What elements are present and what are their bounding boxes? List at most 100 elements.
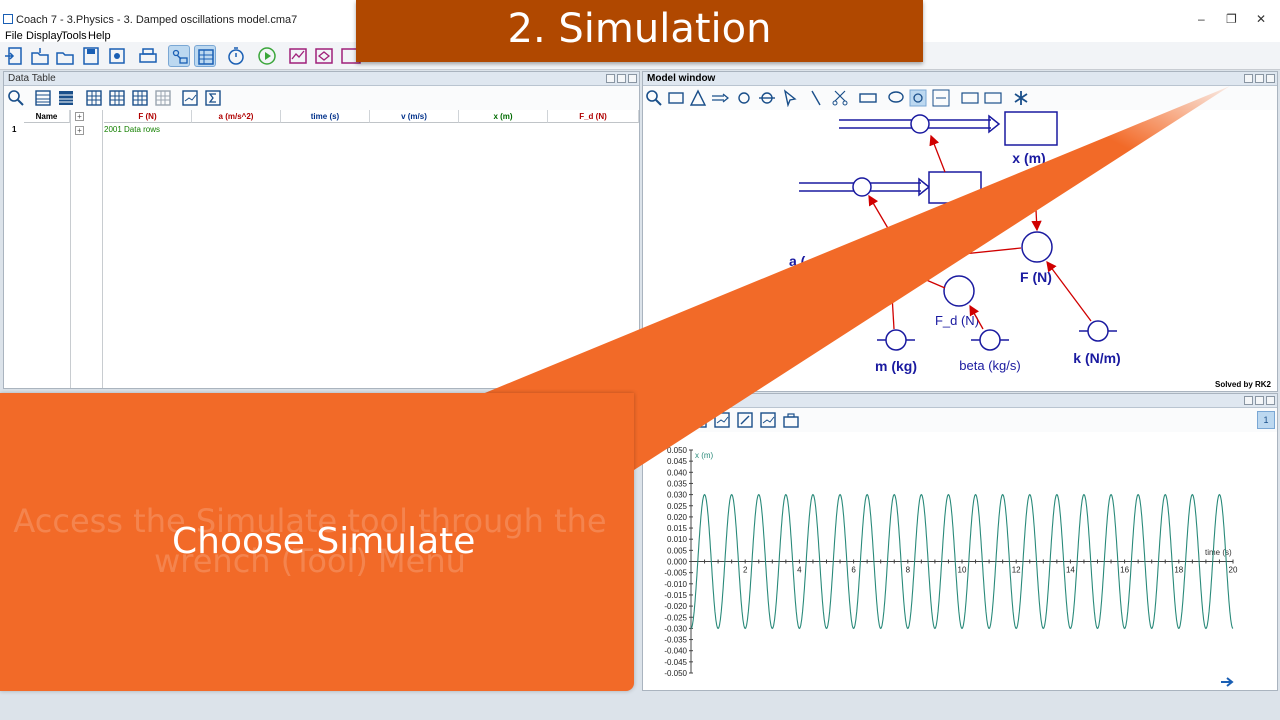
col-header-Fd[interactable]: F_d (N) <box>548 110 639 123</box>
constant-m[interactable] <box>877 329 915 351</box>
stopwatch-icon[interactable] <box>225 45 247 67</box>
graph-page-badge[interactable]: 1 <box>1257 411 1275 429</box>
y-tick-label: 0.005 <box>667 546 688 555</box>
col-header-x[interactable]: x (m) <box>459 110 548 123</box>
col-header-time[interactable]: time (s) <box>281 110 370 123</box>
flow-into-x[interactable] <box>839 114 1001 134</box>
stock-x[interactable] <box>1004 111 1058 146</box>
simulate-tool-icon[interactable] <box>909 89 927 107</box>
sum-icon[interactable] <box>204 89 222 107</box>
panel-close-icon[interactable] <box>1266 74 1275 83</box>
menu-tools[interactable]: Tools <box>61 30 87 42</box>
maximize-button[interactable]: ❐ <box>1226 12 1237 26</box>
auxiliary-tool-icon[interactable] <box>735 89 753 107</box>
toolbox-icon[interactable] <box>782 411 800 429</box>
minimize-button[interactable]: – <box>1198 12 1205 26</box>
table-view-icon[interactable] <box>194 45 216 67</box>
col-header-name[interactable]: Name <box>24 110 70 123</box>
grid-col-icon[interactable] <box>131 89 149 107</box>
settings-icon[interactable] <box>106 45 128 67</box>
panel-restore-icon[interactable] <box>1255 396 1264 405</box>
constant-tool-icon[interactable] <box>758 89 776 107</box>
triangle-tool-icon[interactable] <box>689 89 707 107</box>
x-tick-label: 6 <box>851 566 856 575</box>
print-icon[interactable] <box>137 45 159 67</box>
y-tick-label: 0.015 <box>667 524 688 533</box>
zoom-icon[interactable] <box>667 411 685 429</box>
flow-into-v[interactable] <box>799 177 931 197</box>
data-table-header: Data Table <box>4 72 639 86</box>
table-icon[interactable] <box>34 89 52 107</box>
new-activity-icon[interactable] <box>3 45 25 67</box>
panel-restore-icon[interactable] <box>1255 74 1264 83</box>
col-header-F[interactable]: F (N) <box>104 110 192 123</box>
panel-restore-icon[interactable] <box>617 74 626 83</box>
cut-tool-icon[interactable] <box>831 89 849 107</box>
analysis-icon[interactable] <box>759 411 777 429</box>
y-tick-label: -0.040 <box>664 647 687 656</box>
grid-icon[interactable] <box>85 89 103 107</box>
callout-text: Choose Simulate <box>172 521 476 562</box>
edit-graph-icon[interactable] <box>736 411 754 429</box>
y-tick-label: 0.020 <box>667 513 688 522</box>
close-button[interactable]: ✕ <box>1256 12 1266 26</box>
graph-tool-icon[interactable] <box>1244 396 1253 405</box>
zoom-icon[interactable] <box>7 89 25 107</box>
stock-tool-icon[interactable] <box>667 89 685 107</box>
panel-close-icon[interactable] <box>628 74 637 83</box>
menu-help[interactable]: Help <box>88 30 111 42</box>
graph-toolbar: 1 <box>643 408 1277 432</box>
row-number: 1 <box>12 125 17 134</box>
run-icon[interactable] <box>256 45 278 67</box>
open-cma-icon[interactable] <box>54 45 76 67</box>
value-tool-icon[interactable] <box>859 89 877 107</box>
aux-Fd[interactable] <box>943 275 975 307</box>
callout-box: Access the Simulate tool through the wre… <box>0 393 634 691</box>
y-tick-label: 0.030 <box>667 491 688 500</box>
table-rows-icon[interactable] <box>57 89 75 107</box>
panel-close-icon[interactable] <box>1266 396 1275 405</box>
menu-display[interactable]: Display <box>26 30 62 42</box>
flow-tool-icon[interactable] <box>711 89 729 107</box>
constant-k[interactable] <box>1079 320 1117 342</box>
graph-table-icon[interactable] <box>690 411 708 429</box>
col-header-a[interactable]: a (m/s^2) <box>192 110 281 123</box>
wrench-tool-icon[interactable] <box>1244 74 1253 83</box>
data-rows-label: 2001 Data rows <box>104 125 161 134</box>
select-tool-icon[interactable] <box>781 89 799 107</box>
model-toolbar <box>643 86 1277 110</box>
comment-tool-icon[interactable] <box>887 89 905 107</box>
asterisk-tool-icon[interactable] <box>1012 89 1030 107</box>
graph-icon[interactable] <box>287 45 309 67</box>
save-icon[interactable] <box>80 45 102 67</box>
constant-beta[interactable] <box>971 329 1009 351</box>
model-diagram[interactable]: x (m) F (N) F_d (N) a ( m (kg) beta (kg/… <box>643 110 1277 390</box>
model-view-icon[interactable] <box>168 45 190 67</box>
data-table-grid: Name + F (N) a (m/s^2) time (s) v (m/s) … <box>4 110 639 388</box>
window-title: Coach 7 - 3.Physics - 3. Damped oscillat… <box>16 14 298 26</box>
expand-col-icon[interactable]: + <box>75 112 84 121</box>
menu-file[interactable]: File <box>5 30 23 42</box>
connector-tool-icon[interactable] <box>808 89 826 107</box>
panel-tool-icon[interactable] <box>606 74 615 83</box>
x-axis: 2 4 6 8 10 12 14 16 18 20 <box>690 559 1238 575</box>
col-header-v[interactable]: v (m/s) <box>370 110 459 123</box>
app-icon <box>3 14 13 24</box>
expand-row-icon[interactable]: + <box>75 126 84 135</box>
section-banner: 2. Simulation <box>356 0 923 62</box>
zoom-icon[interactable] <box>645 89 663 107</box>
scan-icon[interactable] <box>313 45 335 67</box>
chart-icon[interactable] <box>181 89 199 107</box>
scatter-icon[interactable] <box>713 411 731 429</box>
grid-disabled-icon[interactable] <box>154 89 172 107</box>
grid-add-icon[interactable] <box>108 89 126 107</box>
open-icon[interactable] <box>29 45 51 67</box>
y-tick-label: 0.035 <box>667 479 688 488</box>
graph-plot[interactable]: 0.050 0.045 0.040 0.035 0.030 0.025 0.020 0.015… <box>643 432 1277 690</box>
equation-tool-icon[interactable] <box>961 89 979 107</box>
scroll-arrow-icon[interactable] <box>1221 677 1234 687</box>
text-tool-icon[interactable] <box>984 89 1002 107</box>
derivative-tool-icon[interactable] <box>932 89 950 107</box>
stock-v[interactable] <box>928 171 982 204</box>
aux-F[interactable] <box>1021 231 1053 263</box>
